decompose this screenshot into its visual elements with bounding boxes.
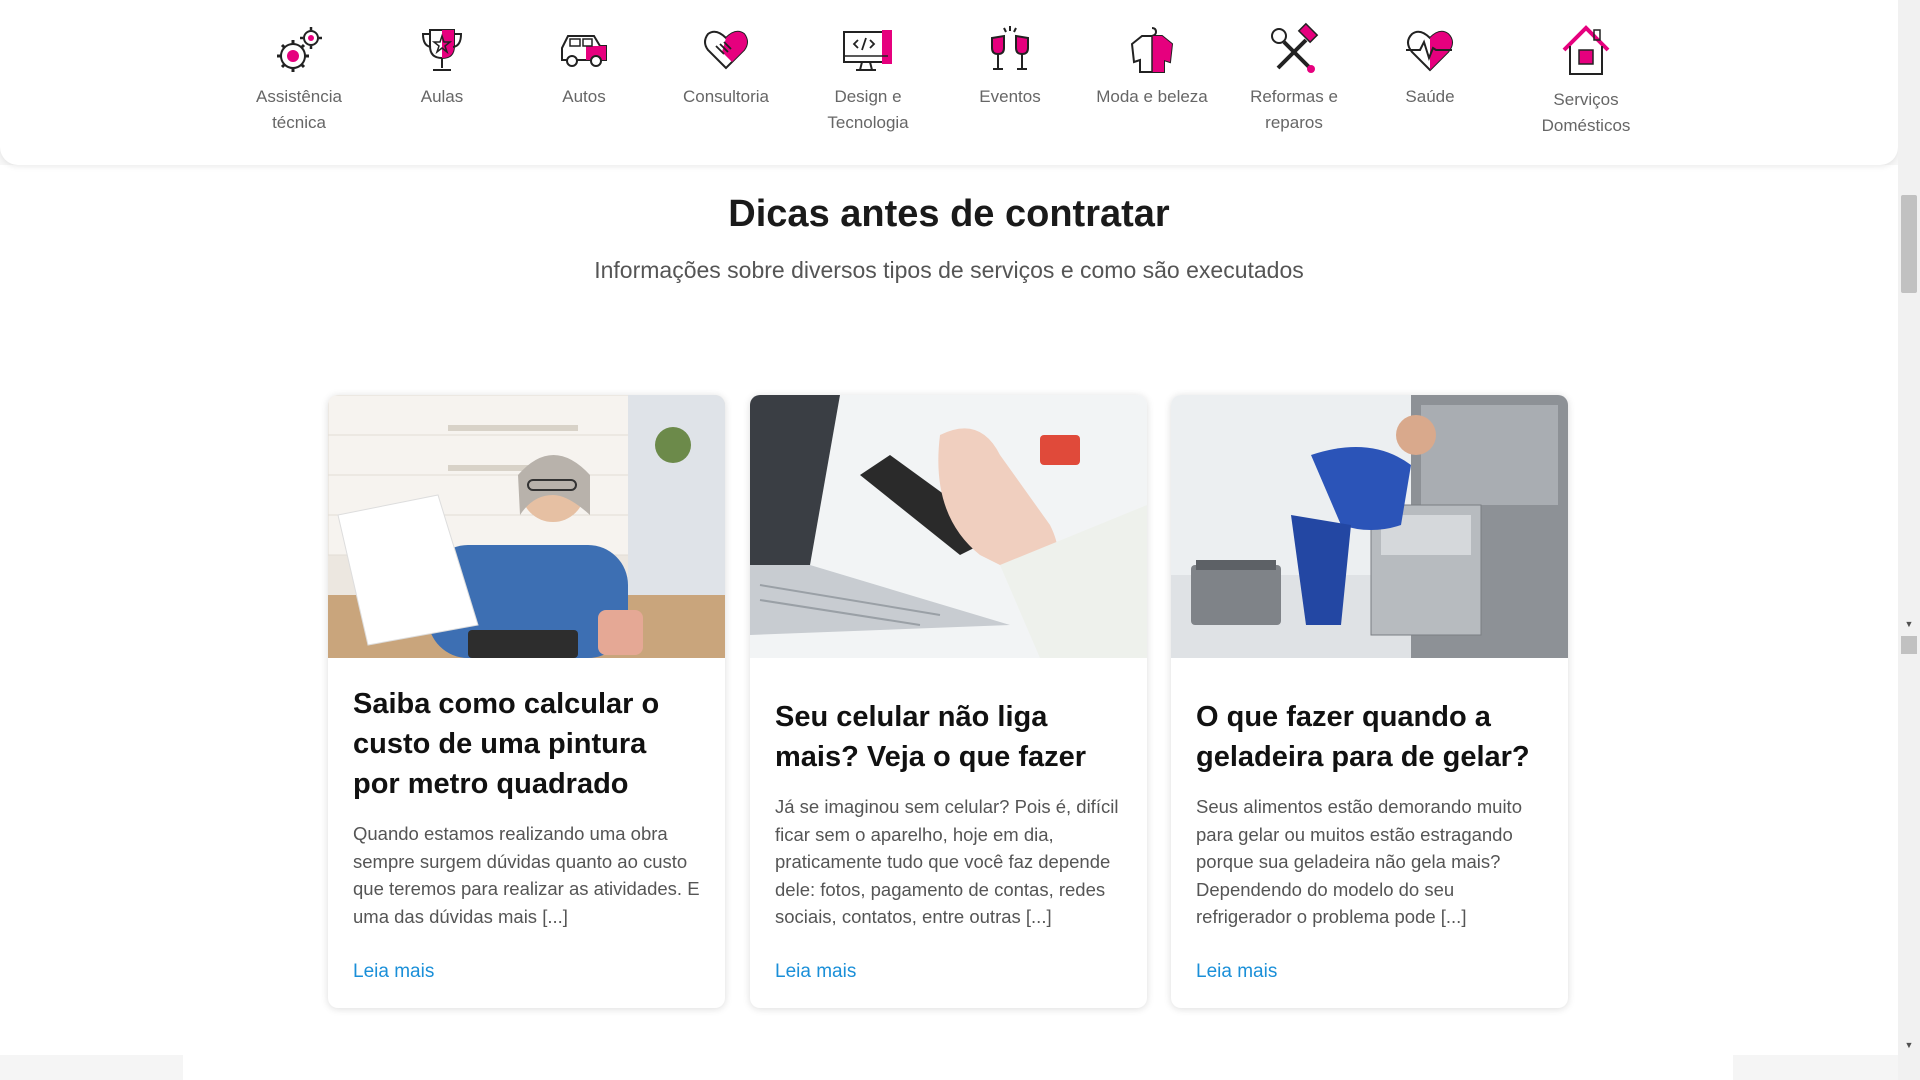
article-title[interactable]: Seu celular não liga mais? Veja o que fa… — [775, 697, 1122, 777]
category-label: Serviços Domésticos — [1541, 90, 1631, 135]
category-label: Aulas — [420, 87, 464, 106]
scrollbar-thumb[interactable] — [1901, 195, 1917, 293]
article-title[interactable]: O que fazer quando a geladeira para de g… — [1196, 697, 1543, 777]
category-eventos[interactable]: Eventos — [945, 22, 1075, 110]
category-label: Design e Tecnologia — [827, 87, 909, 132]
category-label: Eventos — [979, 87, 1041, 106]
category-reformas-reparos[interactable]: Reformas e reparos — [1229, 22, 1359, 136]
monitor-code-icon — [843, 30, 892, 71]
read-more-link[interactable]: Leia mais — [775, 961, 856, 983]
category-design-tecnologia[interactable]: Design e Tecnologia — [803, 22, 933, 136]
article-excerpt: Quando estamos realizando uma obra sempr… — [353, 823, 700, 927]
category-label: Moda e beleza — [1096, 87, 1208, 106]
toast-glasses-icon — [991, 26, 1029, 70]
category-moda-beleza[interactable]: Moda e beleza — [1087, 22, 1217, 110]
article-card[interactable]: O que fazer quando a geladeira para de g… — [1171, 395, 1568, 1008]
scroll-down-arrow-icon[interactable]: ▼ — [1898, 615, 1920, 633]
category-label: Autos — [562, 87, 606, 106]
heart-pulse-icon — [1406, 30, 1453, 72]
read-more-link[interactable]: Leia mais — [1196, 961, 1277, 983]
technician-repairing-fridge-image[interactable] — [1171, 395, 1568, 658]
category-assistencia-tecnica[interactable]: Assistência técnica — [234, 22, 364, 136]
category-label: Consultoria — [683, 87, 769, 106]
hand-holding-phone-laptop-image[interactable] — [750, 395, 1147, 658]
category-aulas[interactable]: Aulas — [377, 22, 507, 110]
category-label: Assistência técnica — [256, 87, 342, 132]
category-consultoria[interactable]: Consultoria — [661, 22, 791, 110]
category-label: Reformas e reparos — [1250, 87, 1338, 132]
article-title[interactable]: Saiba como calcular o custo de uma pintu… — [353, 684, 700, 804]
section-subtitle: Informações sobre diversos tipos de serv… — [594, 257, 1304, 283]
category-saude[interactable]: Saúde — [1365, 22, 1495, 110]
shirt-hanger-icon — [1130, 27, 1174, 73]
trophy-icon — [421, 29, 463, 71]
car-icon — [561, 35, 607, 67]
category-servicos-domesticos[interactable]: Serviços Domésticos — [1521, 22, 1651, 139]
handshake-heart-icon — [704, 30, 748, 70]
article-card[interactable]: Seu celular não liga mais? Veja o que fa… — [750, 395, 1147, 1008]
scroll-down-arrow-icon[interactable]: ▼ — [1898, 1036, 1920, 1054]
categories-bar: Assistência técnica Aulas Autos Consulto… — [0, 0, 1898, 165]
category-autos[interactable]: Autos — [519, 22, 649, 110]
footer-edge — [0, 1055, 1898, 1080]
read-more-link[interactable]: Leia mais — [353, 961, 434, 983]
section-title: Dicas antes de contratar — [728, 193, 1170, 235]
article-excerpt: Já se imaginou sem celular? Pois é, difí… — [775, 796, 1119, 927]
article-card[interactable]: Saiba como calcular o custo de uma pintu… — [328, 395, 725, 1008]
hammer-wrench-icon — [1271, 22, 1319, 73]
house-icon — [1562, 25, 1610, 75]
woman-calculating-bills-image[interactable] — [328, 395, 725, 658]
article-excerpt: Seus alimentos estão demorando muito par… — [1196, 796, 1522, 927]
tips-section: Dicas antes de contratar Informações sob… — [0, 165, 1898, 1055]
scrollbar-thumb-secondary[interactable] — [1901, 636, 1917, 654]
gears-icon — [277, 27, 322, 72]
category-label: Saúde — [1405, 87, 1455, 106]
page-scrollbar[interactable]: ▼ ▼ — [1898, 0, 1920, 1080]
